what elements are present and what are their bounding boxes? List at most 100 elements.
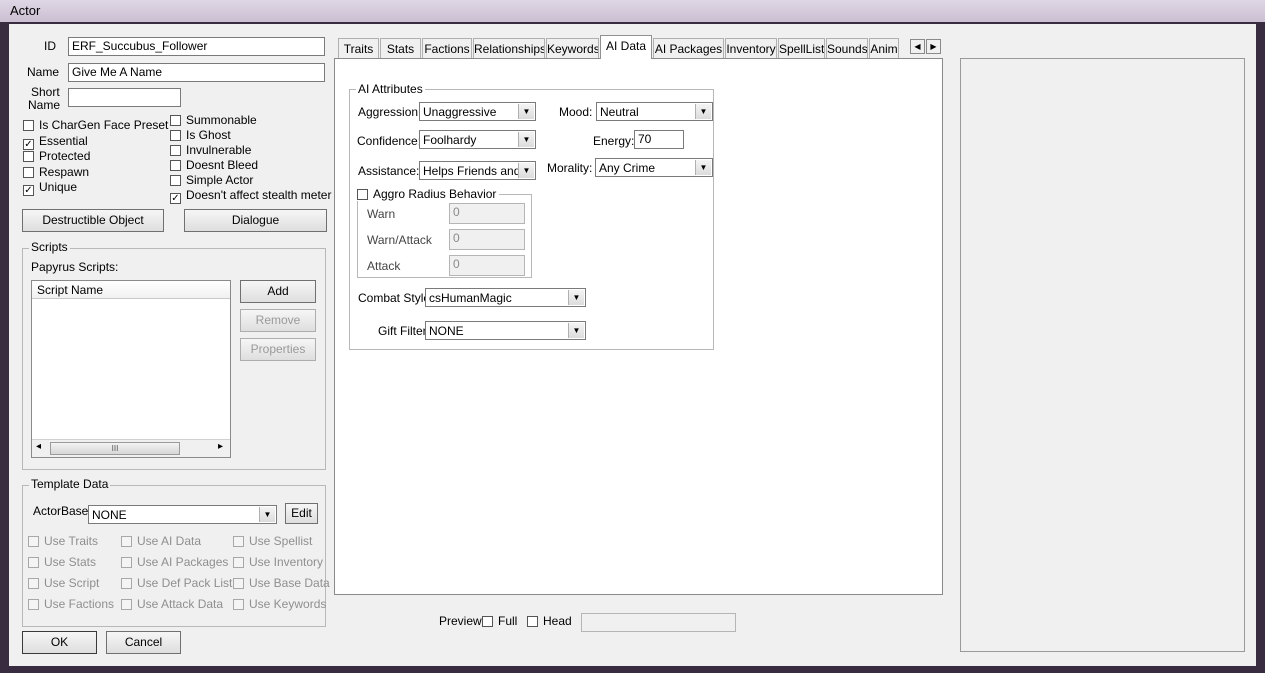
checkbox-box[interactable] <box>170 115 181 126</box>
checkbox-box[interactable] <box>357 189 368 200</box>
preview-slider[interactable] <box>581 613 736 632</box>
flag-doesn-t-affect-stealth-meter-checkbox[interactable]: ✓ Doesn't affect stealth meter <box>170 189 331 204</box>
chevron-down-icon[interactable]: ▼ <box>695 104 711 119</box>
template-use-base-data-checkbox[interactable]: Use Base Data <box>233 577 330 590</box>
checkbox-box[interactable] <box>121 599 132 610</box>
script-list-hscrollbar[interactable]: ◂ III ▸ <box>32 439 230 457</box>
edit-template-button[interactable]: Edit <box>285 503 318 524</box>
template-use-stats-checkbox[interactable]: Use Stats <box>28 556 96 569</box>
actorbase-select[interactable]: NONE ▼ <box>88 505 277 524</box>
tab-keywords[interactable]: Keywords <box>546 38 599 58</box>
warn-input[interactable]: 0 <box>449 203 525 224</box>
tab-traits[interactable]: Traits <box>338 38 379 58</box>
checkbox-box[interactable] <box>170 175 181 186</box>
template-use-inventory-checkbox[interactable]: Use Inventory <box>233 556 323 569</box>
checkbox-box[interactable] <box>482 616 493 627</box>
id-input[interactable]: ERF_Succubus_Follower <box>68 37 325 56</box>
checkbox-box[interactable] <box>527 616 538 627</box>
tab-ai-data[interactable]: AI Data <box>600 35 652 59</box>
aggression-select[interactable]: Unaggressive ▼ <box>419 102 536 121</box>
template-use-def-pack-list-checkbox[interactable]: Use Def Pack List <box>121 577 232 590</box>
morality-select[interactable]: Any Crime ▼ <box>595 158 713 177</box>
tab-sounds[interactable]: Sounds <box>826 38 868 58</box>
scroll-thumb[interactable]: III <box>50 442 180 455</box>
tab-relationships[interactable]: Relationships <box>473 38 545 58</box>
flag-is-ghost-checkbox[interactable]: Is Ghost <box>170 129 231 142</box>
flag-essential-checkbox[interactable]: ✓ Essential <box>23 134 88 150</box>
chevron-down-icon[interactable]: ▼ <box>259 507 275 522</box>
tab-scroll-right-icon[interactable]: ▶ <box>926 39 941 54</box>
checkbox-box[interactable] <box>170 160 181 171</box>
checkbox-box[interactable] <box>28 599 39 610</box>
tab-anim[interactable]: Anim <box>869 38 899 58</box>
checkmark-icon[interactable]: ✓ <box>170 193 181 204</box>
template-use-keywords-checkbox[interactable]: Use Keywords <box>233 598 326 611</box>
preview-full-checkbox[interactable]: Full <box>482 615 517 628</box>
attack-input[interactable]: 0 <box>449 255 525 276</box>
template-use-spellist-checkbox[interactable]: Use Spellist <box>233 535 312 548</box>
gift-filter-select[interactable]: NONE ▼ <box>425 321 586 340</box>
tab-inventory[interactable]: Inventory <box>725 38 777 58</box>
flag-protected-checkbox[interactable]: Protected <box>23 150 90 163</box>
scroll-right-arrow-icon[interactable]: ▸ <box>218 441 223 452</box>
flag-doesnt-bleed-checkbox[interactable]: Doesnt Bleed <box>170 159 258 172</box>
flag-respawn-checkbox[interactable]: Respawn <box>23 165 89 179</box>
chevron-down-icon[interactable]: ▼ <box>518 132 534 147</box>
aggro-radius-checkbox[interactable]: Aggro Radius Behavior <box>357 188 500 201</box>
checkbox-box[interactable] <box>121 557 132 568</box>
template-use-ai-packages-checkbox[interactable]: Use AI Packages <box>121 556 228 569</box>
flag-summonable-checkbox[interactable]: Summonable <box>170 114 257 127</box>
short-name-input[interactable] <box>68 88 181 107</box>
flag-simple-actor-checkbox[interactable]: Simple Actor <box>170 174 253 187</box>
remove-script-button[interactable]: Remove <box>240 309 316 332</box>
cancel-button[interactable]: Cancel <box>106 631 181 654</box>
checkbox-box[interactable] <box>170 130 181 141</box>
checkbox-box[interactable] <box>233 557 244 568</box>
title-bar[interactable]: Actor <box>0 0 1265 22</box>
combat-style-select[interactable]: csHumanMagic ▼ <box>425 288 586 307</box>
tab-ai-packages[interactable]: AI Packages <box>653 38 724 58</box>
checkbox-box[interactable] <box>121 536 132 547</box>
tab-spelllist[interactable]: SpellList <box>778 38 825 58</box>
energy-input[interactable]: 70 <box>634 130 684 149</box>
script-properties-button[interactable]: Properties <box>240 338 316 361</box>
script-list[interactable]: Script Name ◂ III ▸ <box>31 280 231 458</box>
tab-factions[interactable]: Factions <box>422 38 472 58</box>
flag-unique-checkbox[interactable]: ✓ Unique <box>23 181 77 197</box>
template-use-attack-data-checkbox[interactable]: Use Attack Data <box>121 598 223 611</box>
template-use-ai-data-checkbox[interactable]: Use AI Data <box>121 535 201 548</box>
dialogue-button[interactable]: Dialogue <box>184 209 327 232</box>
checkbox-box[interactable] <box>28 536 39 547</box>
chevron-down-icon[interactable]: ▼ <box>518 104 534 119</box>
template-use-script-checkbox[interactable]: Use Script <box>28 577 99 590</box>
checkbox-box[interactable] <box>23 166 34 178</box>
scroll-left-arrow-icon[interactable]: ◂ <box>36 441 41 452</box>
checkbox-box[interactable] <box>233 599 244 610</box>
chevron-down-icon[interactable]: ▼ <box>568 323 584 338</box>
add-script-button[interactable]: Add <box>240 280 316 303</box>
mood-select[interactable]: Neutral ▼ <box>596 102 713 121</box>
confidence-select[interactable]: Foolhardy ▼ <box>419 130 536 149</box>
template-use-traits-checkbox[interactable]: Use Traits <box>28 535 98 548</box>
flag-is-chargen-face-preset-checkbox[interactable]: Is CharGen Face Preset <box>23 119 168 132</box>
preview-head-checkbox[interactable]: Head <box>527 615 572 628</box>
assistance-select[interactable]: Helps Friends and A ▼ <box>419 161 536 180</box>
checkbox-box[interactable] <box>233 578 244 589</box>
destructible-object-button[interactable]: Destructible Object <box>22 209 164 232</box>
checkbox-box[interactable] <box>233 536 244 547</box>
checkbox-box[interactable] <box>23 151 34 163</box>
tab-scroll-left-icon[interactable]: ◀ <box>910 39 925 54</box>
script-list-header[interactable]: Script Name <box>32 281 230 299</box>
name-input[interactable]: Give Me A Name <box>68 63 325 82</box>
checkbox-box[interactable] <box>28 578 39 589</box>
chevron-down-icon[interactable]: ▼ <box>518 163 534 178</box>
tab-stats[interactable]: Stats <box>380 38 421 58</box>
checkbox-box[interactable] <box>23 120 34 131</box>
checkbox-box[interactable] <box>170 145 181 156</box>
template-use-factions-checkbox[interactable]: Use Factions <box>28 598 114 611</box>
preview-render-pane[interactable] <box>960 58 1245 652</box>
checkmark-icon[interactable]: ✓ <box>23 138 34 150</box>
flag-invulnerable-checkbox[interactable]: Invulnerable <box>170 144 251 157</box>
checkbox-box[interactable] <box>28 557 39 568</box>
checkmark-icon[interactable]: ✓ <box>23 185 34 197</box>
